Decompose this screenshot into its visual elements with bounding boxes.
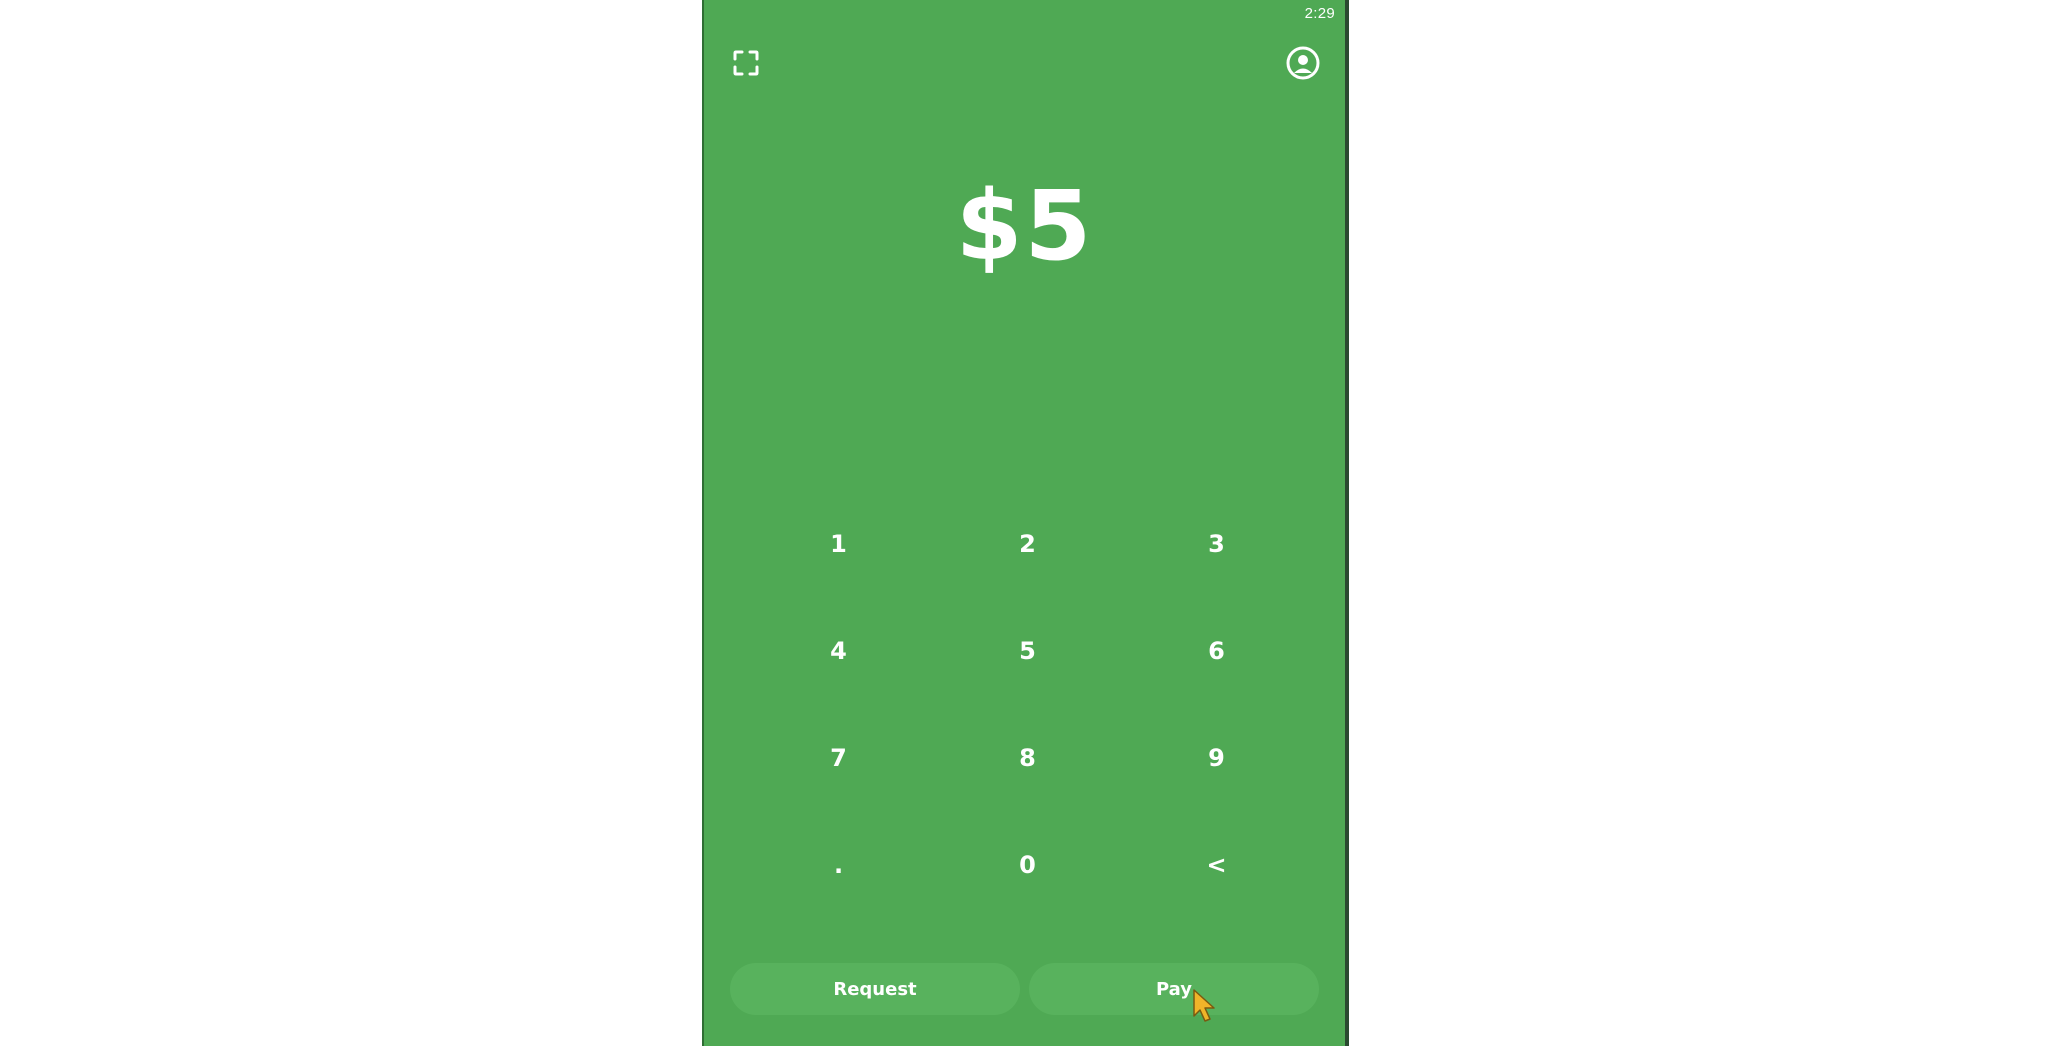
key-5[interactable]: 5: [933, 597, 1122, 704]
key-backspace[interactable]: <: [1122, 811, 1311, 918]
request-button[interactable]: Request: [730, 963, 1020, 1015]
keypad: 1 2 3 4 5 6 7 8 9 . 0 <: [744, 490, 1311, 920]
key-1[interactable]: 1: [744, 490, 933, 597]
key-7[interactable]: 7: [744, 704, 933, 811]
key-9[interactable]: 9: [1122, 704, 1311, 811]
key-0[interactable]: 0: [933, 811, 1122, 918]
status-time: 2:29: [1304, 5, 1335, 22]
key-8[interactable]: 8: [933, 704, 1122, 811]
key-3[interactable]: 3: [1122, 490, 1311, 597]
key-6[interactable]: 6: [1122, 597, 1311, 704]
profile-button[interactable]: [1283, 43, 1323, 83]
scan-button[interactable]: [726, 43, 766, 83]
scan-frame-icon: [733, 50, 759, 76]
pay-button[interactable]: Pay: [1029, 963, 1319, 1015]
app-screen: 2:29 $5 1 2 3 4 5 6 7 8 9 . 0 < Request …: [702, 0, 1349, 1046]
mouse-pointer-icon: [1193, 989, 1215, 1022]
key-decimal[interactable]: .: [744, 811, 933, 918]
action-bar: Request Pay: [730, 963, 1319, 1015]
amount-display: $5: [955, 170, 1094, 282]
key-2[interactable]: 2: [933, 490, 1122, 597]
profile-circle-icon: [1286, 46, 1320, 80]
key-4[interactable]: 4: [744, 597, 933, 704]
